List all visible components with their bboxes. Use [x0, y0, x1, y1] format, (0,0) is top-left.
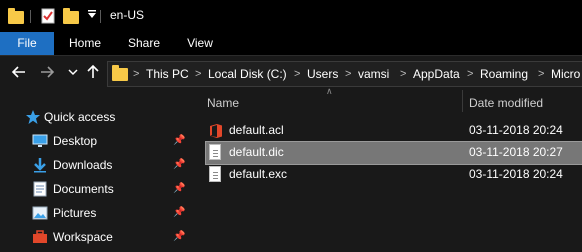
new-folder-icon[interactable]: [63, 8, 79, 24]
file-name: default.acl: [229, 123, 284, 137]
sidebar-item-quick-access[interactable]: Quick access: [0, 106, 190, 130]
qat-customize-icon[interactable]: [84, 8, 100, 24]
file-row[interactable]: default.dic 03-11-2018 20:27: [205, 141, 582, 165]
chevron-right-icon[interactable]: >: [195, 66, 201, 82]
up-arrow-icon[interactable]: [84, 64, 102, 82]
file-date: 03-11-2018 20:24: [469, 167, 563, 181]
chevron-right-icon[interactable]: >: [538, 66, 544, 82]
forward-arrow-icon[interactable]: [38, 64, 56, 82]
address-bar[interactable]: > This PC > Local Disk (C:) > Users > va…: [107, 61, 582, 87]
pin-icon[interactable]: 📌: [173, 135, 185, 146]
tab-file[interactable]: File: [0, 32, 54, 55]
sidebar-item-documents[interactable]: Documents 📌: [0, 178, 190, 202]
breadcrumb-users[interactable]: Users: [307, 66, 338, 82]
back-arrow-icon[interactable]: [10, 64, 28, 82]
sidebar-item-workspace[interactable]: Workspace 📌: [0, 226, 190, 250]
office-icon: [209, 123, 223, 142]
file-date: 03-11-2018 20:27: [469, 145, 563, 159]
column-header-name[interactable]: Name: [207, 96, 239, 110]
breadcrumb-appdata[interactable]: AppData: [413, 66, 460, 82]
chevron-right-icon[interactable]: >: [294, 66, 300, 82]
folder-icon: [112, 65, 128, 81]
file-row[interactable]: default.exc 03-11-2018 20:24: [206, 164, 582, 186]
file-row[interactable]: default.acl 03-11-2018 20:24: [206, 120, 582, 142]
navigation-pane: Quick access Desktop 📌 Downloads 📌 Docum…: [0, 90, 190, 252]
sidebar-item-label: Desktop: [53, 134, 98, 148]
file-name: default.exc: [229, 167, 288, 181]
folder-icon[interactable]: [8, 8, 24, 24]
chevron-right-icon[interactable]: >: [467, 66, 473, 82]
sidebar-item-label: Documents: [53, 182, 114, 196]
ribbon-tabs: File Home Share View: [0, 32, 582, 56]
pin-icon[interactable]: 📌: [173, 207, 185, 218]
pictures-icon: [32, 206, 48, 223]
pin-icon[interactable]: 📌: [173, 159, 185, 170]
chevron-right-icon[interactable]: >: [400, 66, 406, 82]
pin-icon[interactable]: 📌: [173, 231, 185, 242]
sidebar-item-pictures[interactable]: Pictures 📌: [0, 202, 190, 226]
qat-divider: [30, 10, 31, 23]
tab-home[interactable]: Home: [63, 32, 107, 55]
documents-icon: [33, 181, 47, 200]
file-name: default.dic: [229, 145, 284, 159]
tab-view[interactable]: View: [178, 32, 222, 55]
title-bar: en-US: [0, 0, 582, 32]
breadcrumb-microsoft[interactable]: Micro: [551, 66, 580, 82]
sidebar-item-label: Quick access: [44, 110, 116, 124]
file-date: 03-11-2018 20:24: [469, 123, 563, 137]
sidebar-item-downloads[interactable]: Downloads 📌: [0, 154, 190, 178]
sidebar-item-label: Pictures: [53, 206, 97, 220]
briefcase-icon: [32, 230, 48, 247]
breadcrumb-this-pc[interactable]: This PC: [146, 66, 189, 82]
star-icon: [25, 109, 41, 128]
download-icon: [32, 157, 48, 176]
chevron-right-icon[interactable]: >: [345, 66, 351, 82]
breadcrumb-roaming[interactable]: Roaming: [480, 66, 528, 82]
breadcrumb-vamsi[interactable]: vamsi: [358, 66, 389, 82]
sort-caret-icon: ∧: [326, 86, 333, 96]
properties-checkmark-icon[interactable]: [40, 8, 56, 24]
desktop-icon: [32, 134, 48, 151]
file-icon: [209, 144, 221, 160]
file-icon: [209, 166, 221, 182]
column-divider[interactable]: [462, 90, 463, 112]
recent-locations-chevron-icon[interactable]: [64, 64, 82, 82]
pin-icon[interactable]: 📌: [173, 183, 185, 194]
sidebar-item-label: Workspace: [53, 230, 113, 244]
sidebar-item-label: Downloads: [53, 158, 113, 172]
window-title: en-US: [110, 8, 145, 22]
tab-share[interactable]: Share: [120, 32, 168, 55]
chevron-right-icon[interactable]: >: [133, 66, 139, 82]
qat-divider: [100, 10, 101, 23]
sidebar-item-desktop[interactable]: Desktop 📌: [0, 130, 190, 154]
breadcrumb-local-disk[interactable]: Local Disk (C:): [208, 66, 287, 82]
column-header-date-modified[interactable]: Date modified: [469, 96, 543, 110]
